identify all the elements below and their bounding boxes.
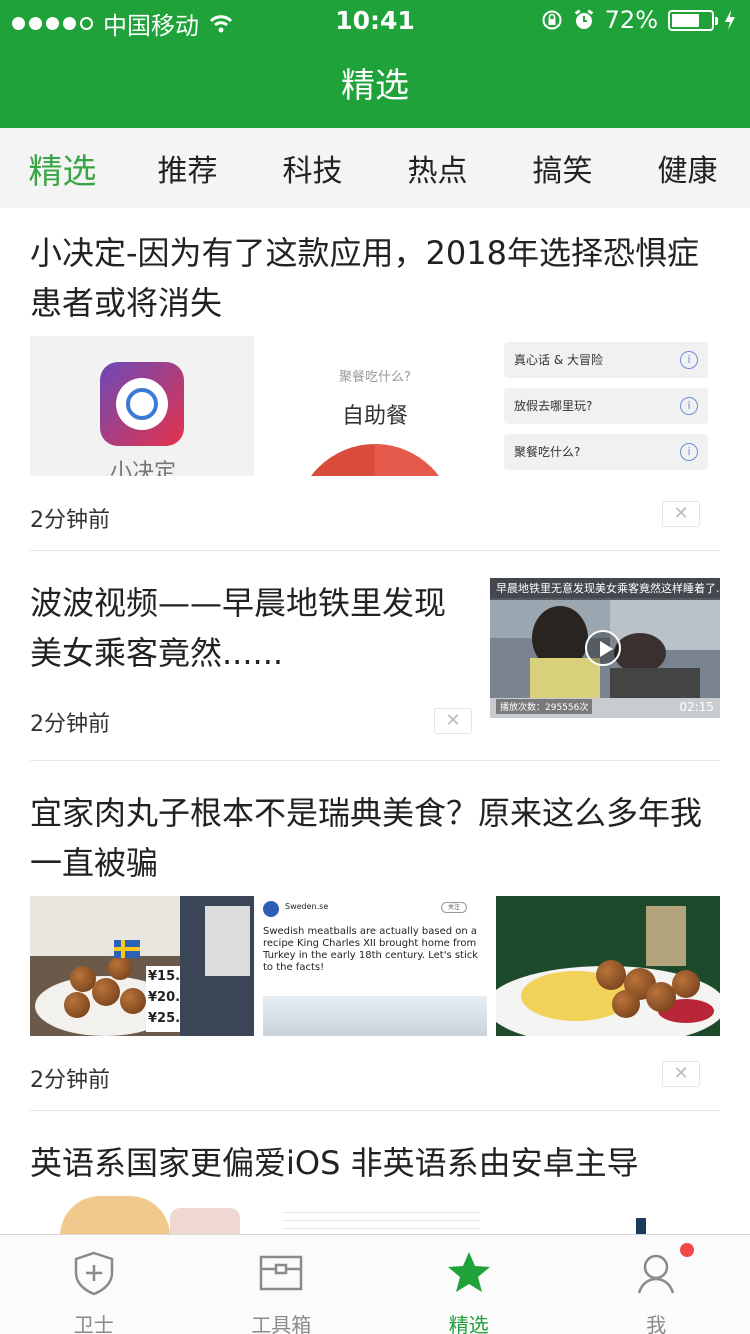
thumbnail-bar[interactable] (496, 1196, 720, 1234)
notification-badge (680, 1243, 694, 1257)
sweden-avatar-icon (263, 901, 279, 917)
battery-level (672, 13, 700, 27)
tweet-handle: Sweden.se (285, 902, 329, 911)
info-icon: i (680, 351, 698, 369)
article-card[interactable]: 波波视频——早晨地铁里发现美女乘客竟然...... 2分钟前 ✕ 早晨地铁里无意… (30, 578, 720, 768)
tabbar-label: 卫士 (73, 1313, 114, 1334)
info-icon: i (680, 443, 698, 461)
divider (30, 760, 720, 761)
tweet-card: Sweden.se 关注 Swedish meatballs are actua… (263, 896, 487, 1036)
tabbar-label: 工具箱 (251, 1313, 312, 1334)
video-thumbnail[interactable]: 早晨地铁里无意发现美女乘客竟然这样睡着了... 播放次数：295556次 02:… (490, 578, 720, 718)
wheel-question: 聚餐吃什么? (339, 370, 411, 385)
user-icon (638, 1254, 675, 1294)
dismiss-button[interactable]: ✕ (434, 708, 472, 734)
article-title[interactable]: 英语系国家更偏爱iOS 非英语系由安卓主导 (30, 1138, 720, 1188)
top-bar: 中国移动 10:41 72% 精选 (0, 0, 750, 128)
article-thumbnails[interactable]: ¥15. ¥20. ¥25. Sweden.se 关注 Swedish meat… (30, 896, 720, 1036)
thumbnail-menu[interactable]: 真心话 & 大冒险 i 放假去哪里玩? i 聚餐吃什么? i (496, 336, 720, 476)
status-bar: 中国移动 10:41 72% (0, 0, 750, 40)
shield-plus-icon (74, 1251, 113, 1296)
thumbnail-phone[interactable] (30, 1196, 254, 1234)
menu-row: 真心话 & 大冒险 i (504, 342, 708, 378)
play-icon[interactable] (585, 630, 621, 666)
menu-row: 聚餐吃什么? i (504, 434, 708, 470)
star-icon (447, 1252, 490, 1292)
play-count: 播放次数：295556次 (496, 699, 593, 714)
thumbnail-meatballs-store[interactable]: ¥15. ¥20. ¥25. (30, 896, 254, 1036)
article-card[interactable]: 英语系国家更偏爱iOS 非英语系由安卓主导 (30, 1138, 720, 1234)
tabbar-label: 我 (646, 1313, 667, 1334)
orientation-lock-icon (542, 10, 562, 30)
article-title[interactable]: 小决定-因为有了这款应用，2018年选择恐惧症患者或将消失 (30, 228, 720, 328)
divider (30, 550, 720, 551)
thumbnail-meatball-plate[interactable] (496, 896, 720, 1036)
follow-button: 关注 (441, 902, 467, 913)
tab-hot[interactable]: 热点 (375, 146, 500, 190)
thumbnail-tweet[interactable]: Sweden.se 关注 Swedish meatballs are actua… (263, 896, 487, 1036)
article-title[interactable]: 波波视频——早晨地铁里发现美女乘客竟然...... (30, 578, 450, 678)
video-caption: 早晨地铁里无意发现美女乘客竟然这样睡着了... (490, 578, 720, 600)
thumbnail-app-icon[interactable]: 小决定 (30, 336, 254, 476)
status-right: 72% (541, 6, 736, 34)
dismiss-button[interactable]: ✕ (662, 1061, 700, 1087)
wheel-answer: 自助餐 (341, 404, 408, 429)
article-thumbnails[interactable] (30, 1196, 720, 1234)
divider (30, 1110, 720, 1111)
tabbar-item-toolbox[interactable]: 工具箱 (188, 1235, 376, 1334)
article-card[interactable]: 小决定-因为有了这款应用，2018年选择恐惧症患者或将消失 小决定 聚餐吃什么?… (30, 228, 720, 558)
article-card[interactable]: 宜家肉丸子根本不是瑞典美食？原来这么多年我一直被骗 ¥15. ¥20. ¥25.… (30, 788, 720, 1108)
tabbar-label: 精选 (448, 1313, 489, 1334)
charging-icon (725, 10, 735, 30)
article-time: 2分钟前 (30, 1068, 110, 1093)
tabbar-item-featured[interactable]: 精选 (375, 1235, 563, 1334)
alarm-icon (574, 9, 593, 29)
thumbnail-wheel[interactable]: 聚餐吃什么? 自助餐 (263, 336, 487, 476)
dismiss-button[interactable]: ✕ (662, 501, 700, 527)
swedish-flag-icon (114, 940, 140, 958)
battery-percent: 72% (604, 6, 658, 34)
article-time: 2分钟前 (30, 712, 110, 737)
video-duration: 02:15 (679, 700, 714, 714)
tab-tech[interactable]: 科技 (250, 146, 375, 190)
battery-icon (668, 9, 718, 31)
category-tabs: 精选 推荐 科技 热点 搞笑 健康 (0, 128, 750, 208)
thumbnail-chart[interactable] (263, 1196, 487, 1234)
menu-row: 放假去哪里玩? i (504, 388, 708, 424)
tabbar-item-me[interactable]: 我 (563, 1235, 750, 1334)
tabbar-item-guard[interactable]: 卫士 (0, 1235, 188, 1334)
tab-featured[interactable]: 精选 (0, 144, 125, 193)
info-icon: i (680, 397, 698, 415)
article-title[interactable]: 宜家肉丸子根本不是瑞典美食？原来这么多年我一直被骗 (30, 788, 720, 888)
spin-wheel (295, 444, 455, 476)
app-name-label: 小决定 (110, 460, 177, 476)
toolbox-icon (260, 1255, 303, 1291)
store-scene (30, 896, 254, 1036)
price-tags: ¥15. ¥20. ¥25. (146, 966, 180, 1032)
bottom-tab-bar: 卫士 工具箱 精选 我 (0, 1234, 750, 1334)
tab-funny[interactable]: 搞笑 (500, 146, 625, 190)
tab-health[interactable]: 健康 (625, 146, 750, 190)
page-title: 精选 (341, 66, 409, 106)
app-logo (100, 362, 184, 446)
news-feed: 小决定-因为有了这款应用，2018年选择恐惧症患者或将消失 小决定 聚餐吃什么?… (0, 208, 750, 1234)
article-time: 2分钟前 (30, 508, 110, 533)
tab-recommended[interactable]: 推荐 (125, 146, 250, 190)
tweet-text: Swedish meatballs are actually based on … (263, 926, 479, 973)
article-thumbnails[interactable]: 小决定 聚餐吃什么? 自助餐 真心话 & 大冒险 i 放假去哪里玩? i 聚餐吃什么… (30, 336, 720, 476)
